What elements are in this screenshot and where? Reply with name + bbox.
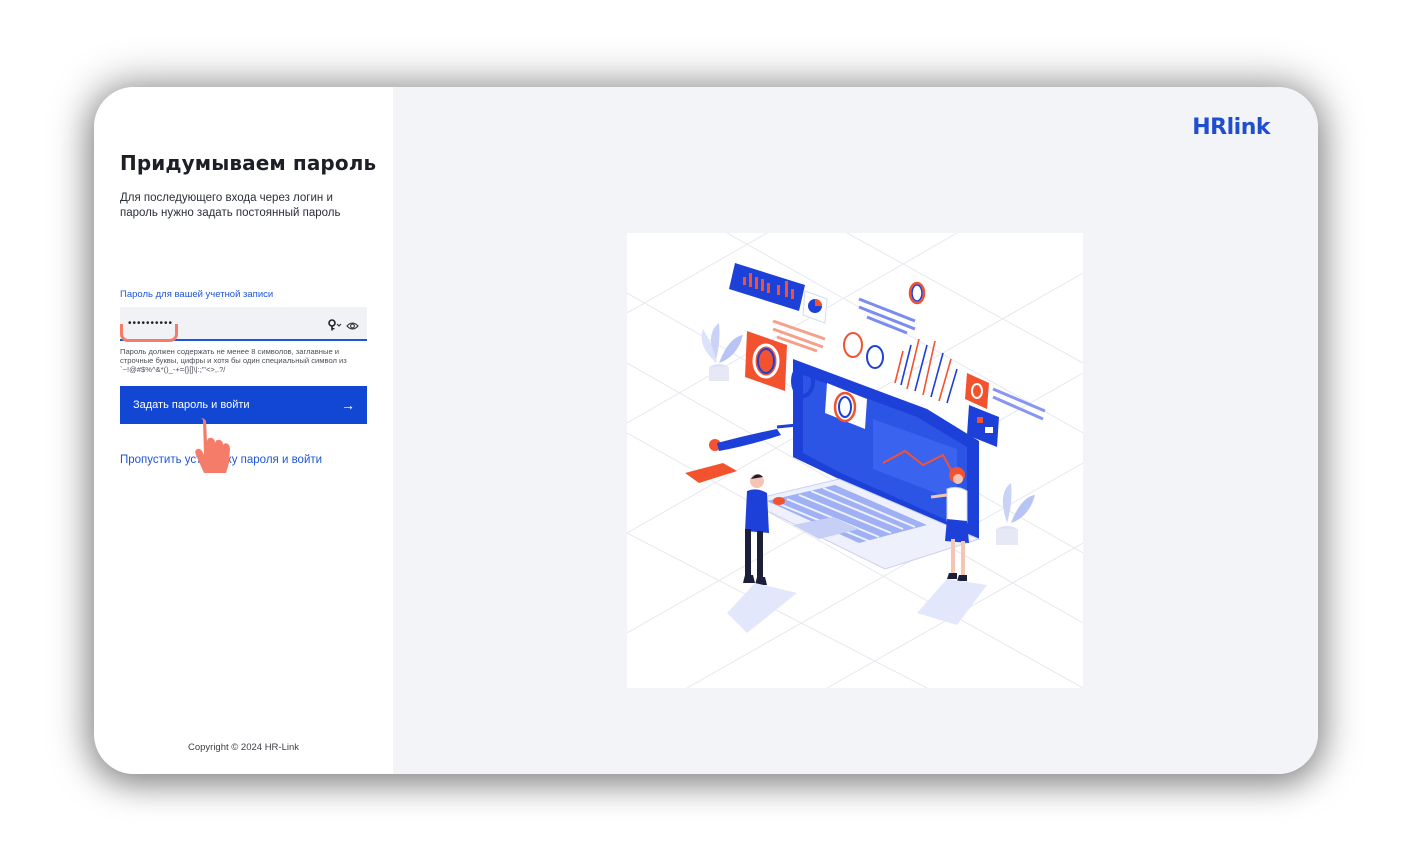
- set-password-login-label: Задать пароль и войти: [133, 399, 250, 411]
- hand-pointer-icon: [188, 417, 240, 478]
- page-subtitle: Для последующего входа через логин и пар…: [120, 192, 341, 219]
- password-field-icons: [328, 318, 359, 336]
- password-highlight-marker: [120, 324, 178, 342]
- password-field-label: Пароль для вашей учетной записи: [120, 289, 274, 300]
- password-requirements-hint: Пароль должен содержать не менее 8 симво…: [120, 347, 347, 374]
- password-field[interactable]: ••••••••••: [120, 307, 367, 342]
- login-panel: Придумываем пароль Для последующего вход…: [94, 87, 393, 774]
- copyright-text: Copyright © 2024 HR-Link: [187, 742, 300, 753]
- hrlink-logo: HRlink: [1192, 115, 1270, 140]
- browser-window: Придумываем пароль Для последующего вход…: [94, 87, 1318, 774]
- dashboard-illustration: [627, 233, 1083, 688]
- key-icon[interactable]: [328, 318, 342, 336]
- set-password-login-button[interactable]: Задать пароль и войти →: [120, 386, 367, 424]
- arrow-right-icon: →: [341, 397, 355, 413]
- illustration-panel: HRlink: [393, 87, 1318, 774]
- eye-icon[interactable]: [346, 318, 359, 336]
- page-title: Придумываем пароль: [120, 151, 377, 175]
